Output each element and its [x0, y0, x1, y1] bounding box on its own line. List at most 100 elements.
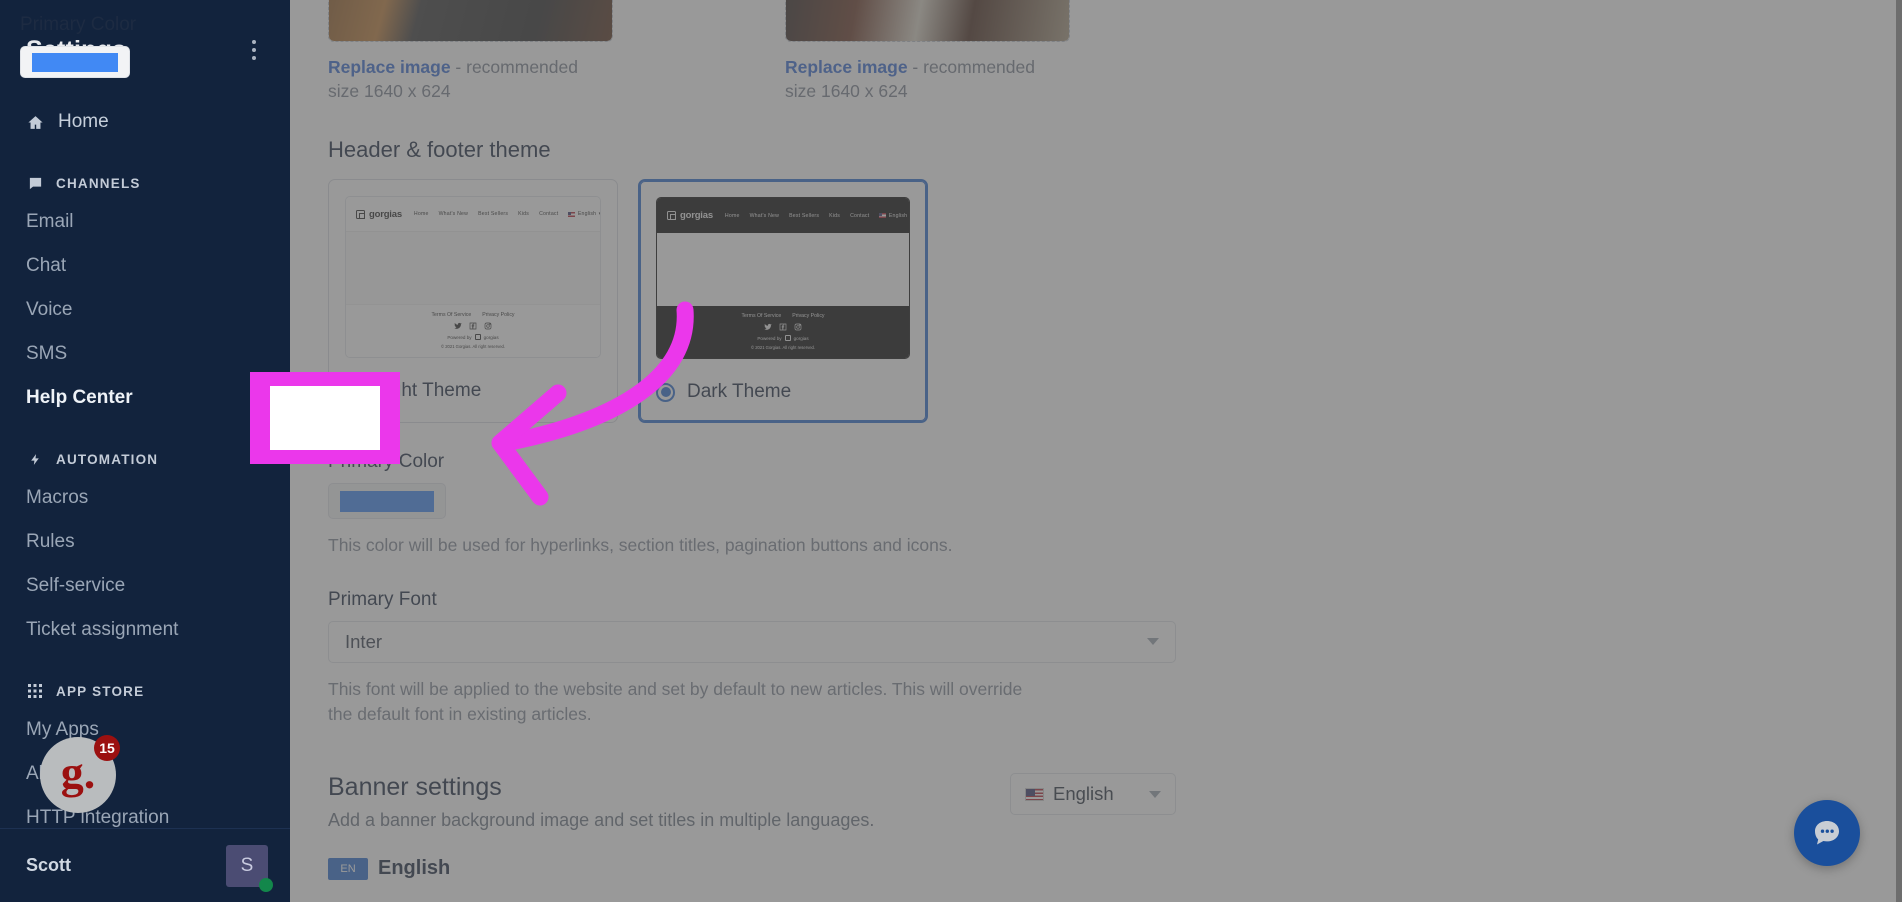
instagram-icon [484, 322, 492, 330]
instagram-icon [794, 323, 802, 331]
preview-copyright: © 2021 Gorgias. All right reserved. [750, 345, 816, 351]
sidebar-item-label: Rules [26, 531, 75, 552]
sidebar-item-label: Self-service [26, 575, 126, 596]
app-root: Settings Home CHANNELS Email Chat Voice … [0, 0, 1902, 902]
sidebar-item-chat[interactable]: Chat [0, 244, 290, 288]
primary-font-help: This font will be applied to the website… [328, 678, 1023, 724]
chevron-down-icon: ▾ [599, 211, 600, 217]
sidebar-item-help-center[interactable]: Help Center [0, 376, 290, 420]
sidebar-item-label: Home [58, 111, 109, 132]
chat-bubble-icon [26, 174, 44, 192]
avatar[interactable]: S [226, 844, 273, 892]
kebab-menu-icon[interactable] [244, 36, 264, 64]
chat-launcher-button[interactable] [1794, 800, 1860, 866]
banner-image-row: Replace image - recommended size 1640 x … [328, 0, 1864, 103]
theme-card-dark[interactable]: gorgias Home What's New Best Sellers Kid… [638, 179, 928, 424]
sidebar-item-label: Macros [26, 487, 89, 508]
sidebar-section-channels: CHANNELS [0, 174, 290, 192]
primary-font-label: Primary Font [328, 588, 437, 610]
preview-brand: gorgias [369, 208, 402, 220]
sidebar-item-email[interactable]: Email [0, 200, 290, 244]
lightning-bolt-icon [26, 450, 44, 468]
primary-color-label: Primary Color [328, 451, 445, 473]
preview-language-selector: English ▾ [879, 213, 909, 219]
theme-option-label: Dark Theme [687, 381, 792, 403]
settings-scroll-area: Replace image - recommended size 1640 x … [290, 0, 1902, 880]
sidebar-section-app-store: APP STORE [0, 682, 290, 700]
primary-color-swatch [340, 490, 434, 512]
gorgias-unread-badge: 15 [94, 735, 120, 761]
annotation-highlight-window [270, 386, 380, 450]
sidebar-item-label: Help Center [26, 387, 133, 408]
gorgias-logo-icon: gorgias [667, 210, 713, 221]
banner-language-select[interactable]: English [1010, 773, 1176, 816]
sidebar-item-macros[interactable]: Macros [0, 476, 290, 520]
gorgias-logo-icon: gorgias [356, 209, 402, 220]
sidebar-item-my-apps[interactable]: My Apps [0, 708, 290, 752]
chat-dots-icon [1815, 821, 1839, 845]
presence-indicator [259, 877, 273, 892]
preview-footer: Terms Of Service Privacy Policy Powered … [657, 306, 909, 359]
primary-color-field-highlighted: Primary Color [20, 14, 170, 94]
preview-footer-link: Privacy Policy [792, 313, 825, 320]
preview-body [346, 232, 600, 305]
theme-option-dark[interactable]: Dark Theme [656, 363, 910, 421]
gorgias-widget-logo: g. [60, 747, 96, 798]
powered-by-label: Powered by [447, 334, 472, 340]
replace-image-link[interactable]: Replace image [785, 57, 908, 77]
sidebar-item-label: Email [26, 211, 74, 232]
sidebar-section-label: CHANNELS [56, 175, 141, 191]
preview-header: gorgias Home What's New Best Sellers Kid… [346, 197, 600, 233]
banner-image-block-1: Replace image - recommended size 1640 x … [328, 0, 613, 103]
sidebar-user-name: Scott [26, 855, 71, 875]
page-scrollbar[interactable] [1896, 0, 1902, 902]
preview-footer-link: Terms Of Service [741, 313, 782, 320]
replace-image-link[interactable]: Replace image [328, 57, 451, 77]
header-footer-theme-title: Header & footer theme [328, 137, 551, 163]
preview-nav-item: Kids [518, 211, 530, 218]
preview-nav-item: Contact [539, 211, 559, 218]
banner-image-preview[interactable] [785, 0, 1070, 42]
sidebar-item-label: Voice [26, 299, 73, 320]
powered-by-label: Powered by [757, 335, 782, 341]
facebook-icon [469, 322, 477, 330]
sidebar-item-label: Chat [26, 255, 67, 276]
gorgias-widget-button[interactable]: g. 15 [40, 735, 120, 813]
sidebar-item-voice[interactable]: Voice [0, 288, 290, 332]
sidebar-item-label: SMS [26, 343, 68, 364]
main-content: Replace image - recommended size 1640 x … [290, 0, 1902, 902]
preview-language-label: English [577, 211, 597, 218]
us-flag-icon [568, 211, 576, 217]
banner-language-chip[interactable]: EN English [328, 857, 1864, 880]
banner-image-preview[interactable] [328, 0, 613, 42]
sidebar-user-row[interactable]: Scott S [0, 828, 290, 902]
preview-brand: gorgias [680, 210, 713, 222]
sidebar-section-label: AUTOMATION [56, 451, 159, 467]
powered-brand: gorgias [483, 334, 499, 340]
primary-color-input[interactable] [20, 46, 130, 78]
preview-header: gorgias Home What's New Best Sellers Kid… [657, 198, 909, 234]
preview-footer-link: Privacy Policy [482, 312, 515, 319]
theme-preview-light: gorgias Home What's New Best Sellers Kid… [345, 196, 601, 359]
us-flag-icon [879, 213, 887, 219]
sidebar-item-rules[interactable]: Rules [0, 520, 290, 564]
sidebar-item-home[interactable]: Home [0, 100, 290, 144]
primary-color-help: This color will be used for hyperlinks, … [328, 535, 953, 556]
twitter-icon [454, 322, 462, 330]
radio-dark-theme[interactable] [656, 382, 675, 402]
theme-preview-dark: gorgias Home What's New Best Sellers Kid… [656, 197, 910, 360]
banner-language-value: English [1053, 783, 1114, 805]
banner-settings-subtitle: Add a banner background image and set ti… [328, 810, 875, 831]
banner-settings-section: Banner settings Add a banner background … [328, 773, 1864, 880]
primary-color-input[interactable] [328, 483, 446, 520]
sidebar-section-label: APP STORE [56, 683, 145, 699]
preview-nav-item: Best Sellers [478, 211, 509, 218]
annotation-highlight-box [250, 372, 400, 464]
primary-font-field: Primary Font Inter This font will be app… [328, 589, 1864, 728]
sidebar-item-self-service[interactable]: Self-service [0, 564, 290, 608]
primary-font-select[interactable]: Inter [328, 620, 1176, 663]
primary-color-field: Primary Color This color will be used fo… [328, 451, 1864, 558]
preview-nav-item: What's New [749, 212, 780, 219]
sidebar-item-ticket-assignment[interactable]: Ticket assignment [0, 608, 290, 652]
sidebar-item-sms[interactable]: SMS [0, 332, 290, 376]
